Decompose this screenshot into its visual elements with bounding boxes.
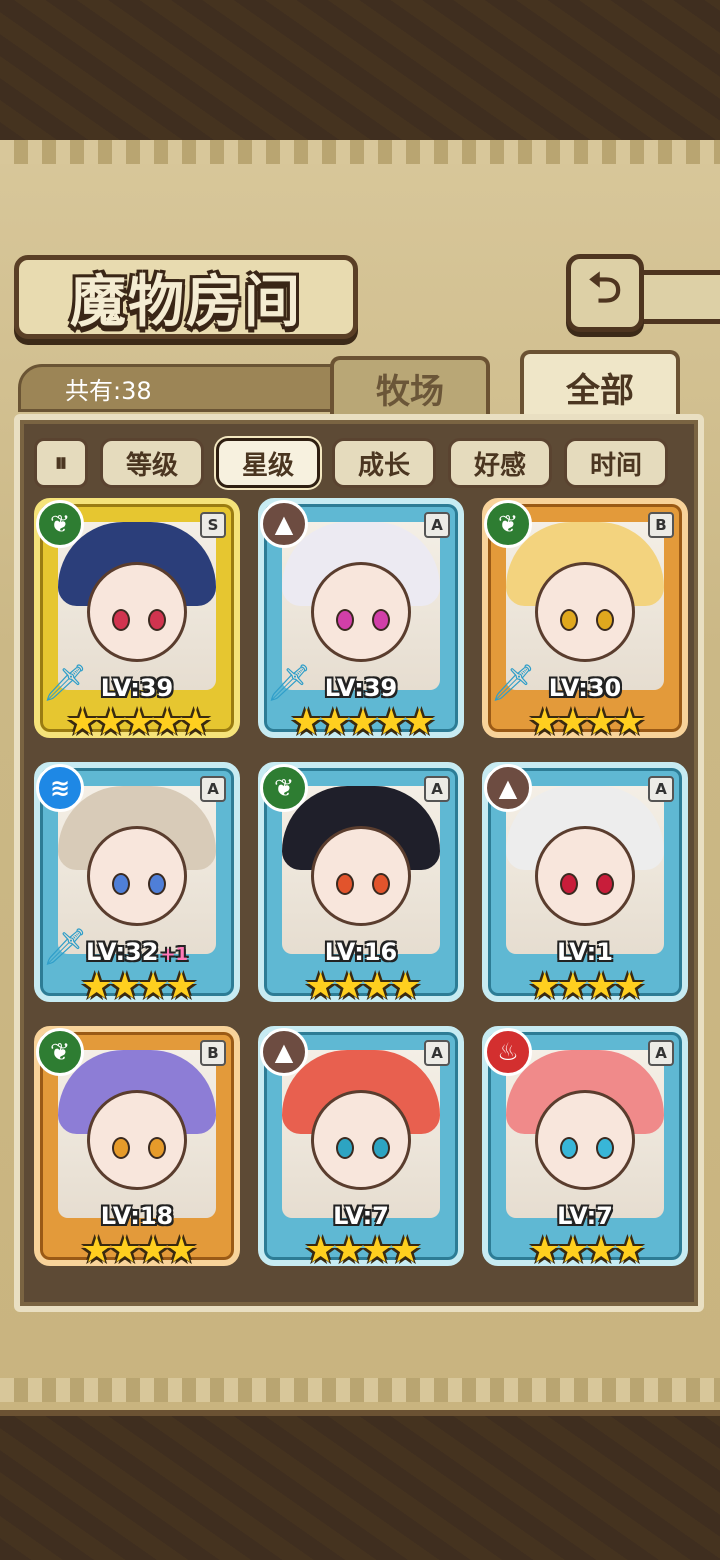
nature-element-icon: ❦ bbox=[484, 500, 532, 548]
nature-element-icon: ❦ bbox=[36, 500, 84, 548]
earth-element-icon: ▲ bbox=[484, 764, 532, 812]
monster-count: 共有:38 bbox=[65, 376, 152, 405]
monster-level: LV:32 +1 bbox=[85, 938, 189, 966]
monster-level: LV:7 bbox=[333, 1202, 389, 1230]
rank-badge: A bbox=[648, 776, 674, 802]
monster-level: LV:16 bbox=[324, 938, 398, 966]
monster-level: LV:1 bbox=[557, 938, 613, 966]
star-rating: ★★★★ bbox=[528, 966, 645, 1007]
star-rating: ★★★★ bbox=[304, 1230, 421, 1271]
sort-order-toggle[interactable]: ⏸ bbox=[34, 438, 88, 488]
rank-badge: A bbox=[648, 1040, 674, 1066]
monster-face bbox=[87, 826, 187, 926]
monster-card[interactable]: ≋ A 🗡 LV:32 +1 ★★★★ bbox=[34, 762, 240, 1007]
page-title-plate: 魔物房间 bbox=[14, 255, 358, 339]
rank-badge: A bbox=[424, 776, 450, 802]
nature-element-icon: ❦ bbox=[36, 1028, 84, 1076]
star-rating: ★★★★ bbox=[80, 1230, 197, 1271]
fire-element-icon: ♨ bbox=[484, 1028, 532, 1076]
monster-eye bbox=[596, 873, 614, 895]
monster-card[interactable]: ▲ A LV:1 ★★★★ bbox=[482, 762, 688, 1007]
monster-face bbox=[87, 562, 187, 662]
star-rating: ★★★★ bbox=[528, 1230, 645, 1271]
tab-all[interactable]: 全部 bbox=[520, 350, 680, 420]
monster-card[interactable]: ❦ A LV:16 ★★★★ bbox=[258, 762, 464, 1007]
monster-portrait bbox=[282, 1050, 440, 1218]
rank-badge: B bbox=[200, 1040, 226, 1066]
star-rating: ★★★★★ bbox=[290, 702, 435, 743]
back-icon: ⮌ bbox=[588, 262, 622, 312]
monster-eye bbox=[112, 873, 130, 895]
monster-card[interactable]: ♨ A LV:7 ★★★★ bbox=[482, 1026, 688, 1271]
monster-level: LV:39 bbox=[324, 674, 398, 702]
monster-card[interactable]: ❦ S 🗡 LV:39 ★★★★★ bbox=[34, 498, 240, 743]
monster-eye bbox=[596, 1137, 614, 1159]
monster-eye bbox=[560, 873, 578, 895]
rank-badge: A bbox=[200, 776, 226, 802]
monster-face bbox=[535, 1090, 635, 1190]
monster-face bbox=[311, 562, 411, 662]
monster-card[interactable]: ❦ B 🗡 LV:30 ★★★★ bbox=[482, 498, 688, 743]
monster-eye bbox=[112, 609, 130, 631]
monster-eye bbox=[112, 1137, 130, 1159]
monster-eye bbox=[372, 1137, 390, 1159]
sort-growth-button[interactable]: 成长 bbox=[332, 438, 436, 488]
tab-pasture[interactable]: 牧场 bbox=[330, 356, 490, 416]
star-rating: ★★★★ bbox=[80, 966, 197, 1007]
monster-eye bbox=[372, 873, 390, 895]
star-rating: ★★★★ bbox=[528, 702, 645, 743]
water-element-icon: ≋ bbox=[36, 764, 84, 812]
monster-face bbox=[87, 1090, 187, 1190]
nature-element-icon: ❦ bbox=[260, 764, 308, 812]
level-bonus: +1 bbox=[160, 944, 189, 965]
sort-time-button[interactable]: 时间 bbox=[564, 438, 668, 488]
rank-badge: A bbox=[424, 1040, 450, 1066]
monster-eye bbox=[560, 609, 578, 631]
monster-face bbox=[311, 826, 411, 926]
monster-portrait bbox=[58, 1050, 216, 1218]
map-edge-top bbox=[0, 140, 720, 164]
earth-element-icon: ▲ bbox=[260, 1028, 308, 1076]
star-rating: ★★★★ bbox=[304, 966, 421, 1007]
bottom-background bbox=[0, 1410, 720, 1560]
monster-eye bbox=[596, 609, 614, 631]
sort-affinity-button[interactable]: 好感 bbox=[448, 438, 552, 488]
monster-face bbox=[535, 826, 635, 926]
monster-eye bbox=[148, 609, 166, 631]
star-rating: ★★★★★ bbox=[66, 702, 211, 743]
monster-eye bbox=[148, 1137, 166, 1159]
monster-level: LV:39 bbox=[100, 674, 174, 702]
monster-eye bbox=[560, 1137, 578, 1159]
monster-face bbox=[535, 562, 635, 662]
monster-level: LV:18 bbox=[100, 1202, 174, 1230]
back-button[interactable]: ⮌ bbox=[566, 254, 644, 332]
monster-portrait bbox=[506, 786, 664, 954]
monster-card[interactable]: ▲ A 🗡 LV:39 ★★★★★ bbox=[258, 498, 464, 743]
rank-badge: B bbox=[648, 512, 674, 538]
page-title: 魔物房间 bbox=[70, 268, 302, 335]
monster-face bbox=[311, 1090, 411, 1190]
monster-eye bbox=[336, 609, 354, 631]
sort-star-button[interactable]: 星级 bbox=[216, 438, 320, 488]
monster-portrait bbox=[282, 786, 440, 954]
monster-eye bbox=[148, 873, 166, 895]
monster-card[interactable]: ❦ B LV:18 ★★★★ bbox=[34, 1026, 240, 1271]
earth-element-icon: ▲ bbox=[260, 500, 308, 548]
rank-badge: A bbox=[424, 512, 450, 538]
top-background bbox=[0, 0, 720, 150]
monster-eye bbox=[372, 609, 390, 631]
sort-bar: ⏸ 等级 星级 成长 好感 时间 bbox=[34, 438, 668, 488]
sort-level-button[interactable]: 等级 bbox=[100, 438, 204, 488]
rank-badge: S bbox=[200, 512, 226, 538]
monster-eye bbox=[336, 873, 354, 895]
monster-portrait bbox=[506, 1050, 664, 1218]
back-button-tail bbox=[640, 270, 720, 324]
monster-level: LV:30 bbox=[548, 674, 622, 702]
monster-card[interactable]: ▲ A LV:7 ★★★★ bbox=[258, 1026, 464, 1271]
map-edge-bottom bbox=[0, 1378, 720, 1402]
monster-count-bar: 共有:38 bbox=[18, 364, 338, 412]
monster-level: LV:7 bbox=[557, 1202, 613, 1230]
monster-eye bbox=[336, 1137, 354, 1159]
